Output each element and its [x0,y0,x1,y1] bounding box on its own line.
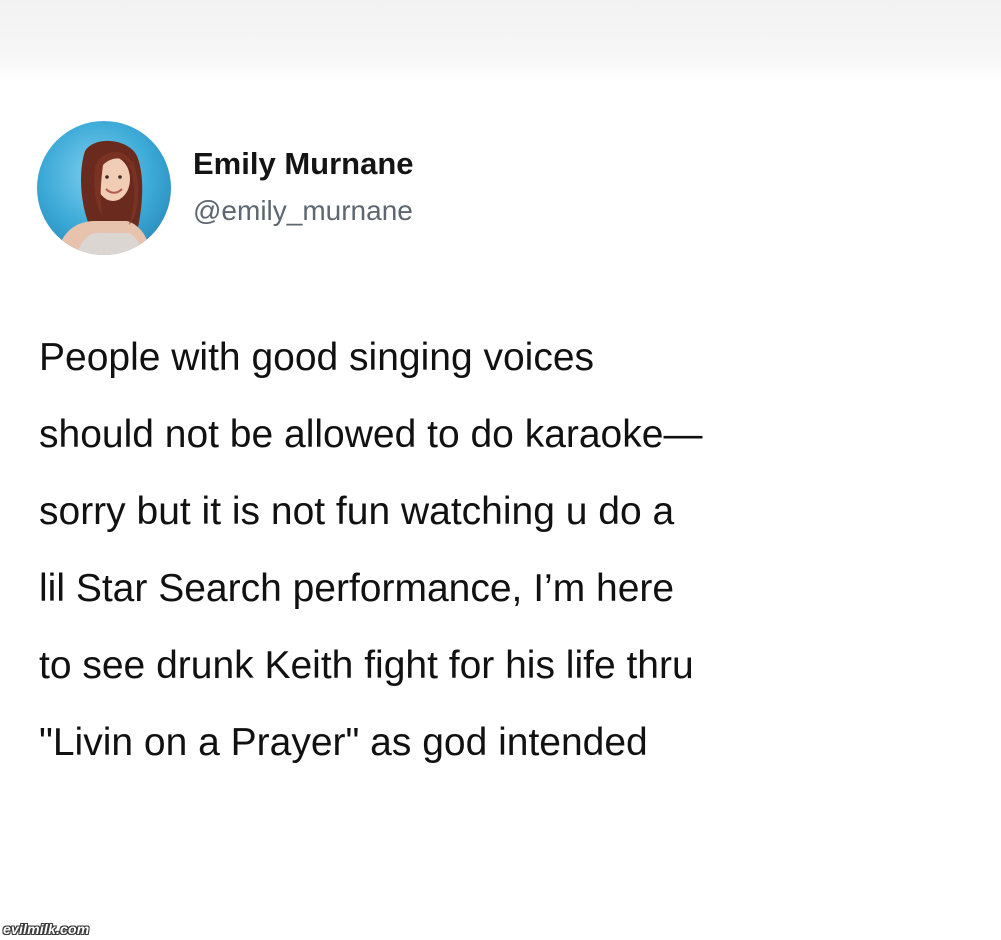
tweet-card: Emily Murnane @emily_murnane People with… [0,0,1001,940]
profile-photo-icon [37,121,171,255]
tweet-line: "Livin on a Prayer" as god intended [39,721,648,764]
tweet-line: lil Star Search performance, I’m here [39,567,675,610]
tweet-line: sorry but it is not fun watching u do a [39,490,675,533]
tweet-text: People with good singing voices should n… [39,319,979,781]
author-display-name[interactable]: Emily Murnane [193,148,414,179]
tweet-line: to see drunk Keith fight for his life th… [39,644,694,687]
avatar[interactable] [37,121,171,255]
watermark: evilmilk.com [3,921,90,937]
author-handle[interactable]: @emily_murnane [193,197,413,225]
tweet-line: should not be allowed to do karaoke— [39,413,703,456]
tweet-line: People with good singing voices [39,336,595,379]
